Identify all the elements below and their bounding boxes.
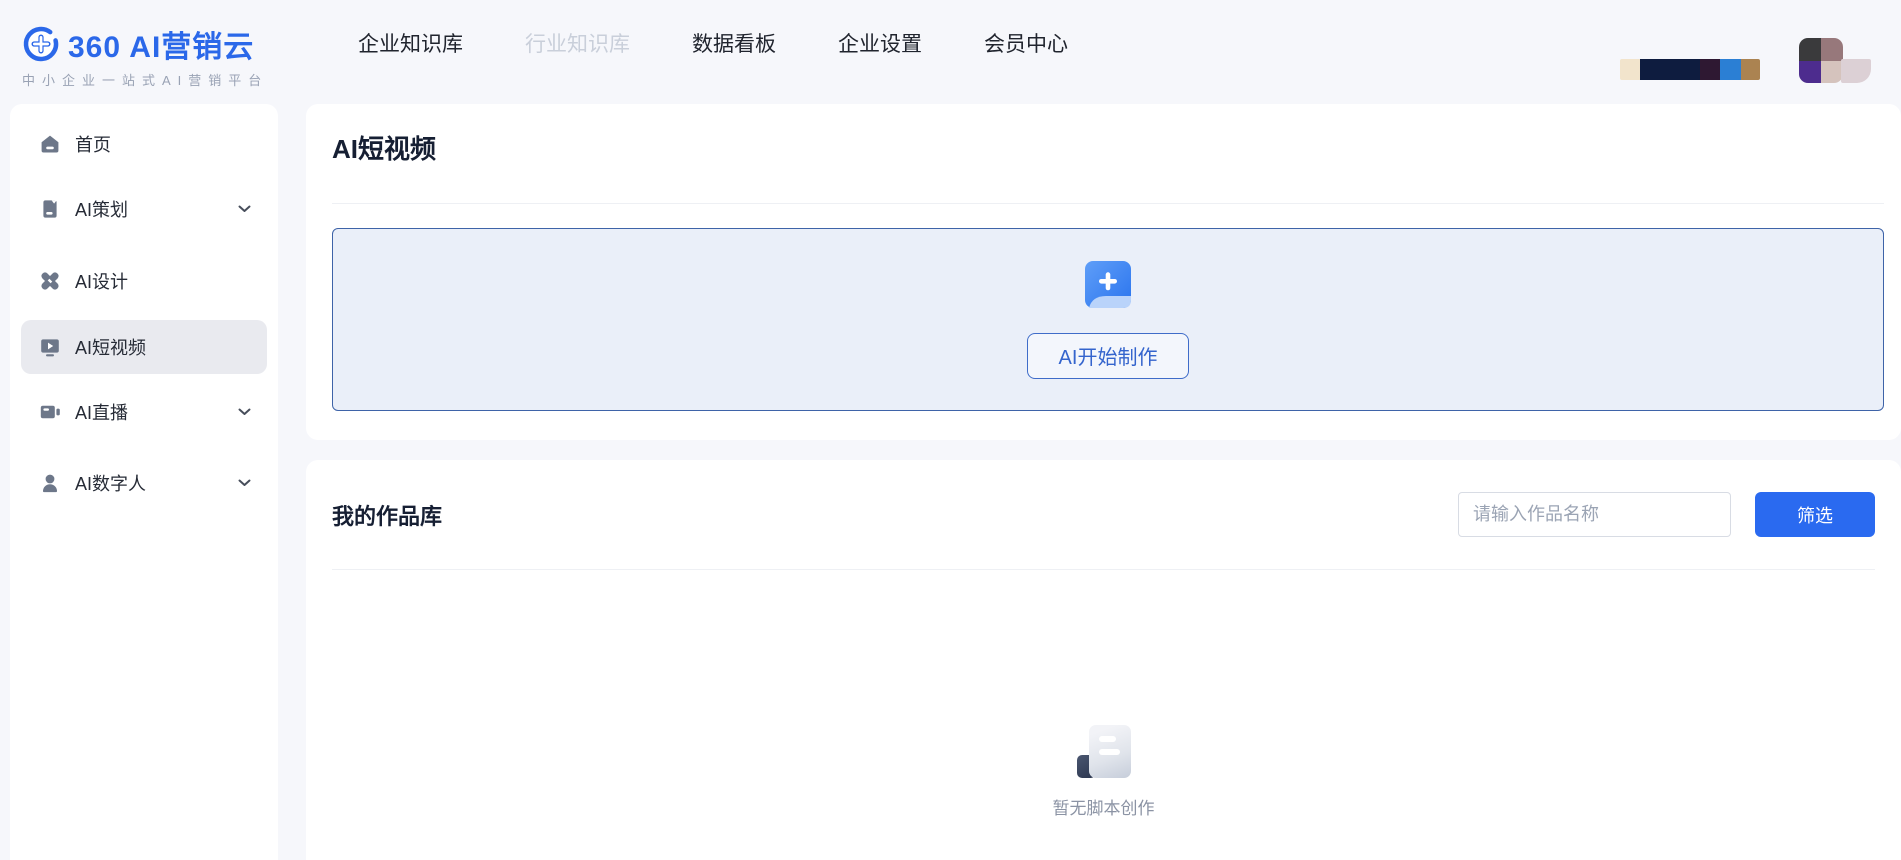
add-document-icon: [1084, 260, 1132, 315]
filter-button[interactable]: 筛选: [1755, 492, 1875, 537]
sidebar-item-home[interactable]: 首页: [21, 117, 267, 171]
membership-banner[interactable]: [1620, 59, 1760, 80]
empty-state: 暂无脚本创作: [332, 725, 1875, 819]
banner-segment: [1700, 59, 1720, 80]
banner-segment: [1620, 59, 1640, 80]
banner-segment: [1741, 59, 1760, 80]
create-area: AI开始制作: [332, 228, 1884, 411]
sidebar-item-label: AI数字人: [75, 474, 147, 494]
sidebar-item-label: AI设计: [75, 272, 129, 292]
logo-tagline: 中小企业一站式AI营销平台: [22, 73, 269, 88]
home-icon: [39, 133, 61, 155]
logo-360-icon: [22, 25, 60, 63]
empty-script-icon: [1076, 725, 1131, 779]
chevron-down-icon: [238, 205, 251, 213]
divider: [332, 203, 1884, 204]
banner-segment: [1640, 59, 1700, 80]
sidebar-item-label: AI直播: [75, 403, 129, 423]
avatar-tile: [1821, 38, 1843, 61]
sidebar: 首页 AI策划 AI设计 AI短视频 AI直播 AI数字人: [10, 104, 278, 860]
chevron-down-icon: [238, 408, 251, 416]
book-icon: [39, 198, 61, 220]
library-header: 我的作品库 筛选: [332, 492, 1875, 537]
sidebar-item-label: 首页: [75, 135, 111, 155]
sidebar-item-ai-live[interactable]: AI直播: [21, 385, 267, 439]
main-content: AI短视频 AI开始制作 我的作品库 请输入作品名称 筛选 暂无脚本创作: [306, 104, 1901, 860]
top-header: 360 AI营销云 中小企业一站式AI营销平台 企业知识库 行业知识库 数据看板…: [0, 0, 1901, 104]
top-navigation: 企业知识库 行业知识库 数据看板 企业设置 会员中心: [358, 0, 1068, 86]
avatar-tile: [1799, 60, 1821, 83]
nav-data-dashboard[interactable]: 数据看板: [692, 28, 776, 58]
avatar-tile: [1799, 38, 1821, 61]
nav-industry-knowledge[interactable]: 行业知识库: [525, 28, 630, 58]
search-input[interactable]: [1458, 492, 1731, 537]
nav-enterprise-knowledge[interactable]: 企业知识库: [358, 28, 463, 58]
sidebar-item-label: AI策划: [75, 200, 129, 220]
chevron-down-icon: [238, 479, 251, 487]
create-card: AI短视频 AI开始制作: [306, 104, 1901, 440]
page-title: AI短视频: [332, 134, 437, 164]
sidebar-item-label: AI短视频: [75, 338, 147, 358]
empty-state-text: 暂无脚本创作: [1052, 799, 1155, 818]
ai-start-create-button[interactable]: AI开始制作: [1027, 332, 1189, 379]
user-avatar[interactable]: [1799, 38, 1843, 83]
logo-wordmark: 360 AI营销云: [68, 31, 255, 64]
avatar-tile: [1821, 60, 1843, 83]
avatar-edge: [1841, 59, 1871, 83]
nav-member-center[interactable]: 会员中心: [984, 28, 1068, 58]
app-logo[interactable]: 360 AI营销云 中小企业一站式AI营销平台: [22, 22, 268, 89]
divider: [332, 569, 1875, 570]
person-icon: [39, 472, 61, 494]
sidebar-item-ai-planning[interactable]: AI策划: [21, 182, 267, 236]
video-icon: [39, 336, 61, 358]
library-card: 我的作品库 筛选 暂无脚本创作: [306, 460, 1901, 860]
camera-icon: [39, 401, 61, 423]
library-title: 我的作品库: [332, 503, 443, 529]
design-icon: [39, 270, 61, 292]
nav-enterprise-settings[interactable]: 企业设置: [838, 28, 922, 58]
banner-segment: [1720, 59, 1741, 80]
sidebar-item-ai-digital-human[interactable]: AI数字人: [21, 456, 267, 510]
sidebar-item-ai-short-video[interactable]: AI短视频: [21, 320, 267, 374]
sidebar-item-ai-design[interactable]: AI设计: [21, 254, 267, 308]
